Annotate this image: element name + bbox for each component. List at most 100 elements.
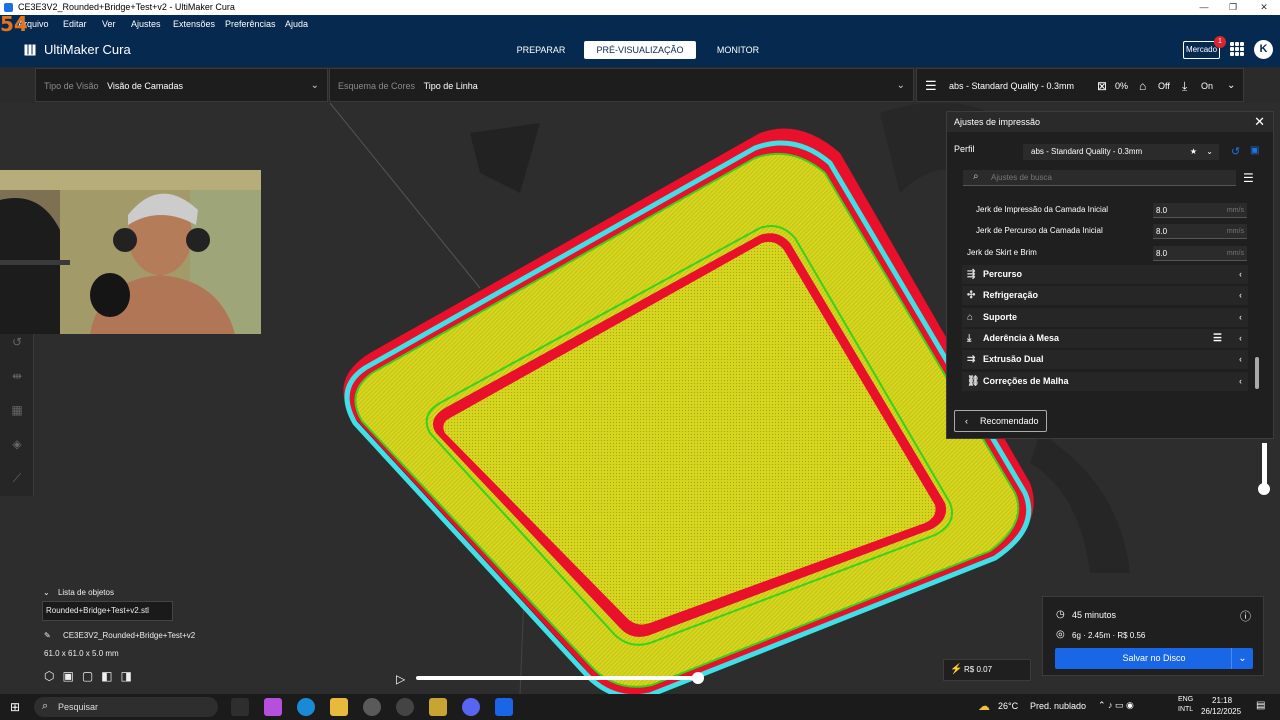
view-type-dropdown[interactable]: Tipo de Visão Visão de Camadas ⌄ [35, 68, 328, 102]
webcam-feed [0, 170, 261, 334]
category-mesh-fixes[interactable]: ⛓ Correções de Malha ‹ [962, 372, 1248, 391]
settings-search-input[interactable]: Ajustes de busca [963, 170, 1236, 186]
edge-icon[interactable] [297, 698, 315, 716]
setting-input-initial-travel-jerk[interactable]: 8.0 mm/s [1153, 224, 1247, 239]
right-view-icon[interactable]: ◨ [121, 669, 140, 683]
color-scheme-value: Tipo de Linha [423, 81, 478, 91]
language-code[interactable]: ENG [1178, 696, 1193, 703]
path-slider-track[interactable] [416, 676, 698, 680]
category-dual-extrusion[interactable]: ⇉ Extrusão Dual ‹ [962, 350, 1248, 369]
chevron-left-icon: ‹ [1239, 269, 1242, 279]
weather-icon: ☁ [978, 699, 990, 713]
layer-slider-handle[interactable] [1258, 483, 1270, 495]
menu-view[interactable]: Ver [102, 15, 116, 33]
clock-date[interactable]: 26/12/2025 [1201, 707, 1241, 716]
dual-extrusion-icon: ⇉ [967, 354, 976, 365]
color-scheme-dropdown[interactable]: Esquema de Cores Tipo de Linha ⌄ [329, 68, 914, 102]
minimize-icon[interactable]: — [1190, 0, 1218, 15]
menu-preferences[interactable]: Preferências [225, 15, 276, 33]
model-name-row: ✎ CE3E3V2_Rounded+Bridge+Test+v2 [44, 631, 195, 640]
info-icon[interactable]: ⓘ [1240, 608, 1251, 624]
category-adhesion[interactable]: ⤓ Aderência à Mesa ☰ ‹ [962, 329, 1248, 348]
infill-icon: ⊠ [1097, 79, 1108, 93]
profile-dropdown[interactable]: abs - Standard Quality - 0.3mm ★ ⌄ [1023, 144, 1219, 160]
setting-value: 8.0 [1156, 227, 1168, 236]
close-window-icon[interactable]: ✕ [1250, 0, 1278, 15]
taskbar-search[interactable]: Pesquisar [34, 697, 218, 717]
app-header: UltiMaker Cura PREPARAR PRÉ-VISUALIZAÇÃO… [0, 33, 1280, 67]
weather-text[interactable]: Pred. nublado [1030, 701, 1086, 711]
tray-icons[interactable]: ⌃ ♪ ▭ ◉ [1098, 700, 1134, 711]
infill-value: 0% [1115, 81, 1129, 91]
material-estimate: 6g · 2.45m · R$ 0.56 [1072, 631, 1146, 640]
support-blocker-icon[interactable]: ◈ [9, 436, 25, 452]
panel-title: Ajustes de impressão [954, 117, 1041, 127]
object-list-header[interactable]: ⌄ Lista de objetos [43, 588, 114, 597]
rotate-tool-icon[interactable]: ↺ [9, 334, 25, 350]
view-type-value: Visão de Camadas [107, 81, 183, 91]
star-icon[interactable]: ★ [1190, 144, 1197, 160]
3d-view-icon[interactable]: ⬡ [44, 669, 62, 683]
maximize-icon[interactable]: ❐ [1219, 0, 1247, 15]
menu-edit[interactable]: Editar [63, 15, 87, 33]
chevron-left-icon: ‹ [1239, 290, 1242, 300]
visibility-settings-icon[interactable]: ☰ [1213, 329, 1222, 348]
top-view-icon[interactable]: ▢ [82, 669, 101, 683]
copilot-icon[interactable] [264, 698, 282, 716]
weather-temp[interactable]: 26°C [998, 701, 1018, 711]
category-support[interactable]: ⌂ Suporte ‹ [962, 308, 1248, 327]
windows-start-icon[interactable]: ⊞ [10, 700, 20, 714]
obs-icon[interactable] [396, 698, 414, 716]
play-icon[interactable]: ▷ [396, 672, 406, 686]
chevron-left-icon: ‹ [965, 416, 968, 426]
setting-unit: mm/s [1226, 207, 1244, 214]
sliders-icon: ☰ [925, 78, 937, 93]
language-layout[interactable]: INTL [1178, 706, 1193, 713]
app-icon[interactable] [429, 698, 447, 716]
per-model-settings-icon[interactable]: ▦ [9, 402, 25, 418]
search-icon: ⌕ [973, 171, 979, 182]
category-cooling[interactable]: ✣ Refrigeração ‹ [962, 286, 1248, 305]
background-object [1030, 433, 1130, 573]
tab-monitor[interactable]: MONITOR [708, 41, 768, 59]
chrome-icon[interactable] [363, 698, 381, 716]
recommended-button[interactable]: ‹ Recomendado [954, 410, 1047, 432]
cura-app-icon [4, 3, 13, 12]
task-view-icon[interactable] [231, 698, 249, 716]
print-settings-summary[interactable]: ☰ abs - Standard Quality - 0.3mm ⊠ 0% ⌂ … [916, 68, 1244, 102]
category-label: Percurso [983, 269, 1023, 279]
setting-input-skirt-brim-jerk[interactable]: 8.0 mm/s [1153, 246, 1247, 261]
file-explorer-icon[interactable] [330, 698, 348, 716]
left-view-icon[interactable]: ◧ [101, 669, 120, 683]
pencil-icon[interactable]: ✎ [44, 631, 51, 640]
camera-view-buttons[interactable]: ⬡▣▢◧◨ [44, 669, 140, 683]
category-travel[interactable]: ⇶ Percurso ‹ [962, 265, 1248, 284]
save-profile-icon[interactable]: ▣ [1250, 145, 1259, 156]
path-slider-handle[interactable] [692, 672, 704, 684]
windows-taskbar: ⊞ Pesquisar ⌕ ☁ 26°C Pred. nublado ⌃ ♪ ▭… [0, 694, 1280, 720]
discord-icon[interactable] [462, 698, 480, 716]
tab-prepare[interactable]: PREPARAR [510, 41, 572, 59]
front-view-icon[interactable]: ▣ [62, 669, 81, 683]
cura-taskbar-icon[interactable] [495, 698, 513, 716]
chevron-down-icon[interactable]: ⌄ [1231, 648, 1253, 669]
save-to-disk-button[interactable]: Salvar no Disco ⌄ [1055, 648, 1253, 669]
menu-extensions[interactable]: Extensões [173, 15, 215, 33]
menu-help[interactable]: Ajuda [285, 15, 308, 33]
marketplace-badge: 1 [1214, 36, 1226, 48]
object-file-item[interactable]: Rounded+Bridge+Test+v2.stl [42, 601, 173, 621]
settings-menu-icon[interactable]: ☰ [1243, 171, 1254, 185]
apps-grid-icon[interactable] [1230, 42, 1244, 56]
clock-time[interactable]: 21:18 [1212, 696, 1232, 705]
reset-icon[interactable]: ↺ [1231, 145, 1240, 158]
panel-scrollbar[interactable] [1255, 357, 1259, 389]
menu-settings[interactable]: Ajustes [131, 15, 161, 33]
account-avatar[interactable]: K [1254, 40, 1273, 59]
setting-input-initial-print-jerk[interactable]: 8.0 mm/s [1153, 203, 1247, 218]
mirror-tool-icon[interactable]: ⇹ [9, 368, 25, 384]
notification-icon[interactable]: ▤ [1256, 700, 1265, 711]
chevron-left-icon: ‹ [1239, 333, 1242, 343]
tab-preview[interactable]: PRÉ-VISUALIZAÇÃO [584, 41, 696, 59]
close-icon[interactable]: ✕ [1254, 112, 1265, 132]
custom-tool-icon[interactable]: ⟋ [9, 470, 25, 486]
